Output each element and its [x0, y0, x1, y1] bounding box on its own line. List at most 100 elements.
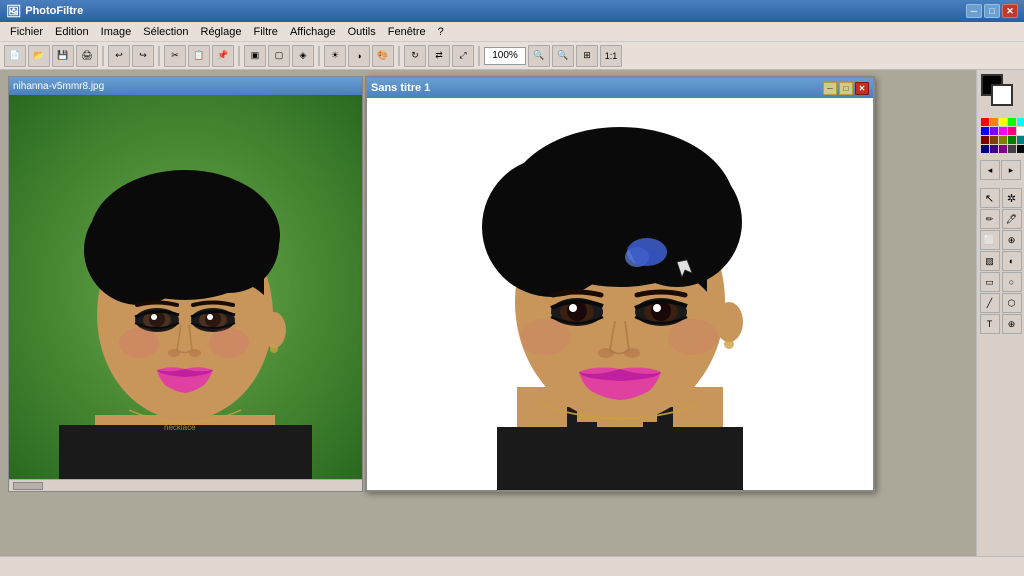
zoom-out-button[interactable]: 🔍	[528, 45, 550, 67]
color-yellow[interactable]	[999, 118, 1007, 126]
background-color[interactable]	[991, 84, 1013, 106]
contrast-button[interactable]: ◑	[348, 45, 370, 67]
zoom-input[interactable]	[484, 47, 526, 65]
print-button[interactable]: 🖨	[76, 45, 98, 67]
window-left-content: necklace	[9, 95, 362, 479]
zoom-in-button[interactable]: 🔍	[552, 45, 574, 67]
color-teal[interactable]	[1017, 136, 1024, 144]
text-tool[interactable]: T	[980, 314, 1000, 334]
color-orange[interactable]	[990, 118, 998, 126]
menu-fichier[interactable]: Fichier	[4, 24, 49, 40]
color-palette	[981, 118, 1021, 153]
window-left-scrollbar[interactable]	[9, 479, 362, 491]
rect-tool[interactable]: ▭	[980, 272, 1000, 292]
hue-button[interactable]: 🎨	[372, 45, 394, 67]
app-icon: 🖼	[6, 4, 21, 18]
toolbar: 📄 📂 💾 🖨 ↩ ↪ ✂ 📋 📌 ▣ ▢ ◈ ☀ ◑ 🎨 ↻ ⇄ ⤢ 🔍 🔍 …	[0, 42, 1024, 70]
win-minimize-button[interactable]: ─	[823, 82, 837, 95]
color-darkgreen[interactable]	[1008, 136, 1016, 144]
zoom-fit-button[interactable]: ⊞	[576, 45, 598, 67]
color-black[interactable]	[1017, 145, 1024, 153]
select-tool[interactable]: ↖	[980, 188, 1000, 208]
color-white[interactable]	[1017, 127, 1024, 135]
copy-button[interactable]: 📋	[188, 45, 210, 67]
menu-edition[interactable]: Edition	[49, 24, 95, 40]
color-indigo[interactable]	[990, 145, 998, 153]
resize-button[interactable]: ⤢	[452, 45, 474, 67]
deselect-button[interactable]: ▢	[268, 45, 290, 67]
color-purple[interactable]	[990, 127, 998, 135]
open-button[interactable]: 📂	[28, 45, 50, 67]
scrollbar-thumb[interactable]	[13, 482, 43, 490]
color-darkgray[interactable]	[1008, 145, 1016, 153]
win-maximize-button[interactable]: □	[839, 82, 853, 95]
scroll-down-button[interactable]: ▸	[1001, 160, 1021, 180]
tool-row-5: ▭ ○	[980, 272, 1022, 292]
clone-tool[interactable]: ⊕	[1002, 230, 1022, 250]
circle-tool[interactable]: ○	[1002, 272, 1022, 292]
fill-tool[interactable]: ▨	[980, 251, 1000, 271]
eyedrop-tool[interactable]: 🖊	[1002, 209, 1022, 229]
window-right-content[interactable]: necklace	[367, 98, 873, 490]
color-olive[interactable]	[999, 136, 1007, 144]
svg-text:necklace: necklace	[597, 414, 633, 424]
menu-outils[interactable]: Outils	[342, 24, 382, 40]
title-bar-controls[interactable]: ─ □ ✕	[966, 4, 1018, 18]
save-button[interactable]: 💾	[52, 45, 74, 67]
magic-wand-tool[interactable]: ✲	[1002, 188, 1022, 208]
color-red[interactable]	[981, 118, 989, 126]
win-close-button[interactable]: ✕	[855, 82, 869, 95]
undo-button[interactable]: ↩	[108, 45, 130, 67]
sep3	[238, 46, 240, 66]
right-panel: ◂ ▸ ↖ ✲ ✏ 🖊 ⬜ ⊕ ▨ ◐ ▭ ○ ╱ ⬡ T	[976, 70, 1024, 556]
menu-image[interactable]: Image	[95, 24, 138, 40]
color-violet[interactable]	[999, 145, 1007, 153]
color-brown[interactable]	[990, 136, 998, 144]
polygon-tool[interactable]: ⬡	[1002, 293, 1022, 313]
menu-reglage[interactable]: Réglage	[195, 24, 248, 40]
tool-row-7: T ⊕	[980, 314, 1022, 334]
paste-button[interactable]: 📌	[212, 45, 234, 67]
gradient-tool[interactable]: ◐	[1002, 251, 1022, 271]
eraser-tool[interactable]: ⬜	[980, 230, 1000, 250]
brightness-button[interactable]: ☀	[324, 45, 346, 67]
minimize-button[interactable]: ─	[966, 4, 982, 18]
menu-filtre[interactable]: Filtre	[247, 24, 283, 40]
zoom-tool[interactable]: ⊕	[1002, 314, 1022, 334]
color-pink[interactable]	[1008, 127, 1016, 135]
line-tool[interactable]: ╱	[980, 293, 1000, 313]
sep2	[158, 46, 160, 66]
tool-row-1: ↖ ✲	[980, 188, 1022, 208]
close-button[interactable]: ✕	[1002, 4, 1018, 18]
sep1	[102, 46, 104, 66]
main-area: nihanna-v5mmr8.jpg	[0, 70, 1024, 556]
right-image-svg: necklace	[367, 98, 873, 490]
new-button[interactable]: 📄	[4, 45, 26, 67]
redo-button[interactable]: ↪	[132, 45, 154, 67]
brush-tool[interactable]: ✏	[980, 209, 1000, 229]
scroll-up-button[interactable]: ◂	[980, 160, 1000, 180]
color-darkred[interactable]	[981, 136, 989, 144]
tool-row-3: ⬜ ⊕	[980, 230, 1022, 250]
zoom-actual-button[interactable]: 1:1	[600, 45, 622, 67]
cut-button[interactable]: ✂	[164, 45, 186, 67]
scroll-arrows: ◂ ▸	[980, 160, 1021, 180]
color-cyan[interactable]	[1017, 118, 1024, 126]
window-left-title: nihanna-v5mmr8.jpg	[13, 81, 104, 92]
window-right-controls[interactable]: ─ □ ✕	[823, 82, 869, 95]
menu-selection[interactable]: Sélection	[137, 24, 194, 40]
color-green[interactable]	[1008, 118, 1016, 126]
invert-button[interactable]: ◈	[292, 45, 314, 67]
app-title: PhotoFiltre	[25, 5, 83, 17]
maximize-button[interactable]: □	[984, 4, 1000, 18]
flip-button[interactable]: ⇄	[428, 45, 450, 67]
menu-affichage[interactable]: Affichage	[284, 24, 342, 40]
select-all-button[interactable]: ▣	[244, 45, 266, 67]
color-magenta[interactable]	[999, 127, 1007, 135]
color-blue[interactable]	[981, 127, 989, 135]
rotate-button[interactable]: ↻	[404, 45, 426, 67]
menu-fenetre[interactable]: Fenêtre	[382, 24, 432, 40]
zoom-control	[484, 47, 526, 65]
menu-help[interactable]: ?	[432, 24, 450, 40]
color-navy[interactable]	[981, 145, 989, 153]
